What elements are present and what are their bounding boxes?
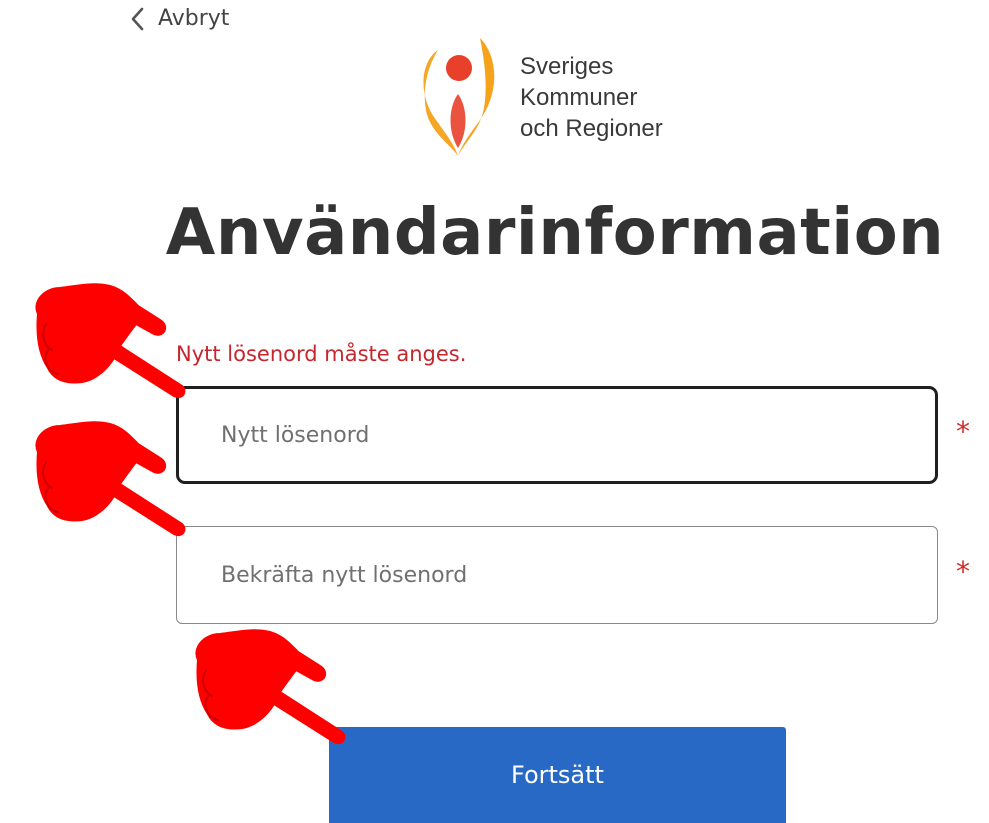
cancel-link[interactable]: Avbryt xyxy=(130,6,229,31)
confirm-password-input[interactable] xyxy=(176,526,938,624)
page-title: Användarinformation xyxy=(165,196,945,270)
login-page: Avbryt Sveriges Kommuner och Regioner An… xyxy=(0,0,989,823)
logo-line-3: och Regioner xyxy=(520,114,663,142)
logo-text: Sveriges Kommuner och Regioner xyxy=(520,51,663,144)
continue-button[interactable]: Fortsätt xyxy=(329,727,786,823)
cancel-label: Avbryt xyxy=(158,6,230,31)
new-password-input[interactable] xyxy=(176,386,938,484)
new-password-row: * xyxy=(176,386,976,484)
chevron-left-icon xyxy=(131,7,144,30)
pointing-hand-icon xyxy=(195,629,346,744)
organization-logo: Sveriges Kommuner och Regioner xyxy=(418,36,663,158)
required-marker: * xyxy=(956,414,970,448)
error-message: Nytt lösenord måste anges. xyxy=(176,342,467,366)
required-marker: * xyxy=(956,554,970,588)
pointing-hand-icon xyxy=(35,283,186,398)
logo-line-1: Sveriges xyxy=(520,52,614,80)
logo-line-2: Kommuner xyxy=(520,83,638,111)
pointing-hand-icon xyxy=(35,421,186,536)
confirm-password-row: * xyxy=(176,526,976,624)
logo-mark-icon xyxy=(423,38,495,156)
